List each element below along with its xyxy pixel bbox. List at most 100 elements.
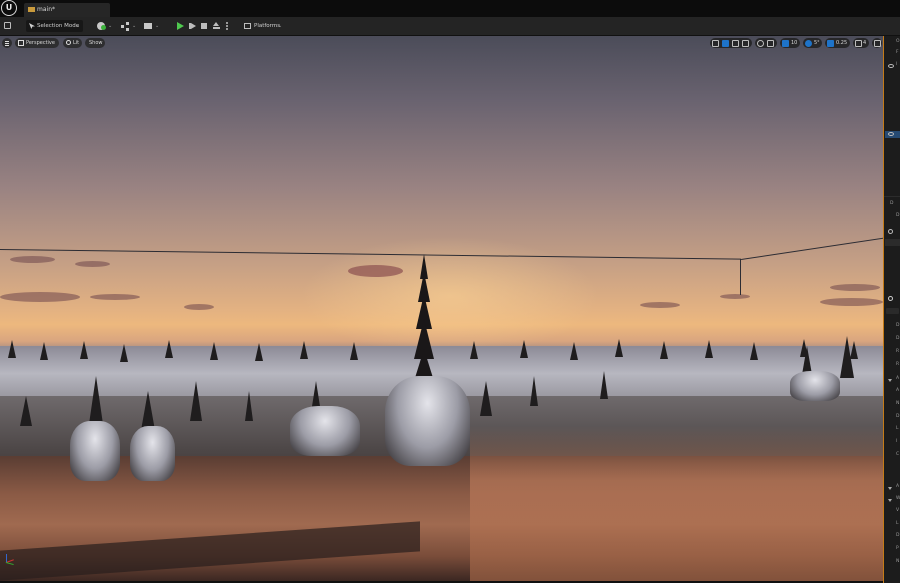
outliner-filter[interactable]: F [884, 49, 900, 58]
category-letter: W [896, 496, 900, 501]
selection-mode-icon [29, 23, 35, 29]
details-component-row[interactable] [885, 239, 900, 246]
property-label: N [896, 401, 900, 406]
cloud [720, 294, 750, 299]
camera-speed-button[interactable]: 4 [853, 38, 869, 48]
play-button[interactable] [175, 20, 185, 32]
category-letter: A [896, 376, 900, 381]
stop-button[interactable] [200, 20, 209, 32]
show-label: Show [89, 40, 103, 46]
unreal-logo-icon[interactable]: U [1, 0, 17, 16]
category-header[interactable]: A [884, 484, 900, 493]
show-button[interactable]: Show [85, 38, 105, 48]
save-button[interactable] [3, 20, 13, 32]
details-search[interactable] [884, 294, 900, 303]
property-label: L [896, 426, 899, 431]
pine-tree [20, 396, 32, 426]
step-button[interactable] [188, 20, 197, 32]
search-icon [888, 296, 893, 301]
details-property-row[interactable] [886, 308, 899, 314]
perspective-icon [18, 40, 24, 46]
axis-gizmo [4, 552, 16, 566]
panel-divider [884, 196, 900, 197]
category-header[interactable]: A [884, 376, 900, 385]
outliner-tab-letter: O [896, 39, 900, 44]
outliner-tab[interactable]: O [884, 38, 900, 47]
details-tab[interactable]: D [884, 201, 900, 210]
pine-tree [840, 336, 854, 378]
chevron-down-icon: ⌄ [76, 23, 81, 29]
title-bar: U main* [0, 0, 900, 17]
category-header[interactable]: W [884, 496, 900, 505]
outliner-filter-letter: F [896, 50, 899, 55]
expand-arrow-icon [888, 499, 892, 502]
cloud [820, 298, 883, 306]
camera-speed-icon [855, 39, 862, 47]
platforms-dropdown[interactable]: Platforms ⌄ [243, 20, 285, 32]
cloud [830, 284, 880, 291]
cinematics-icon [144, 23, 152, 29]
level-viewport[interactable] [0, 36, 883, 581]
bounds-guide-line [741, 237, 883, 260]
world-space-icon[interactable] [757, 39, 764, 47]
viewport-menu-button[interactable] [2, 38, 12, 48]
cloud [90, 294, 140, 300]
perspective-label: Perspective [26, 40, 55, 46]
eye-icon[interactable] [888, 132, 894, 136]
property-label: D [896, 336, 900, 341]
rotation-snap-value: 5° [814, 40, 820, 46]
selection-mode-label: Selection Mode [37, 23, 80, 29]
level-tab[interactable]: main* [24, 3, 110, 17]
outliner-visibility-header[interactable]: I [884, 61, 900, 70]
select-tool-icon[interactable] [712, 39, 719, 47]
cloud [10, 256, 55, 263]
property-label: C [896, 452, 900, 457]
details-actor-row[interactable] [884, 226, 900, 235]
pine-tree [530, 376, 538, 406]
grid-snap-toggle[interactable]: 10 [780, 38, 800, 48]
details-edit-letter: D [896, 213, 900, 218]
expand-arrow-icon [888, 487, 892, 490]
rotate-tool-icon[interactable] [732, 39, 739, 47]
cinematics-button[interactable]: ⌄ [143, 20, 161, 32]
level-tab-label: main* [37, 6, 55, 13]
selection-mode-dropdown[interactable]: Selection Mode ⌄ [26, 20, 83, 32]
camera-speed-value: 4 [863, 40, 867, 46]
add-actor-button[interactable]: ⌄ [96, 20, 114, 32]
platforms-label: Platforms [254, 23, 281, 29]
property-label: R [896, 362, 900, 367]
perspective-button[interactable]: Perspective [15, 38, 59, 48]
property-label: P [896, 546, 899, 551]
transform-tools [710, 38, 752, 48]
blueprint-button[interactable]: ⌄ [120, 20, 138, 32]
main-toolbar: Selection Mode ⌄ ⌄ ⌄ ⌄ Platforms ⌄ [0, 17, 900, 36]
property-label: D [896, 323, 900, 328]
snowy-tree-cluster [70, 421, 120, 481]
maximize-icon [873, 39, 881, 47]
details-edit-row[interactable]: D [884, 212, 900, 221]
scale-tool-icon[interactable] [742, 39, 749, 47]
scale-snap-value: 0.25 [836, 40, 848, 46]
eject-button[interactable] [212, 20, 221, 32]
rotation-snap-toggle[interactable]: 5° [803, 38, 822, 48]
maximize-viewport-button[interactable] [872, 38, 882, 48]
pine-tree [245, 391, 253, 421]
actor-icon [888, 229, 893, 234]
lit-mode-button[interactable]: Lit [63, 38, 82, 48]
play-options-button[interactable] [224, 20, 230, 32]
scale-snap-toggle[interactable]: 0.25 [825, 38, 850, 48]
pine-tree [190, 381, 202, 421]
plus-icon [101, 25, 106, 30]
chevron-down-icon: ⌄ [278, 23, 283, 29]
lit-label: Lit [73, 40, 80, 46]
snowy-tree-cluster [130, 426, 175, 481]
save-icon [4, 22, 11, 29]
grid-snap-icon [782, 39, 789, 47]
expand-arrow-icon [888, 379, 892, 382]
snowy-tree-cluster [290, 406, 360, 456]
scale-snap-icon [827, 39, 834, 47]
cloud [184, 304, 214, 310]
surface-snap-icon[interactable] [767, 39, 774, 47]
bounds-guide-line [740, 259, 741, 295]
move-tool-icon[interactable] [722, 39, 729, 47]
